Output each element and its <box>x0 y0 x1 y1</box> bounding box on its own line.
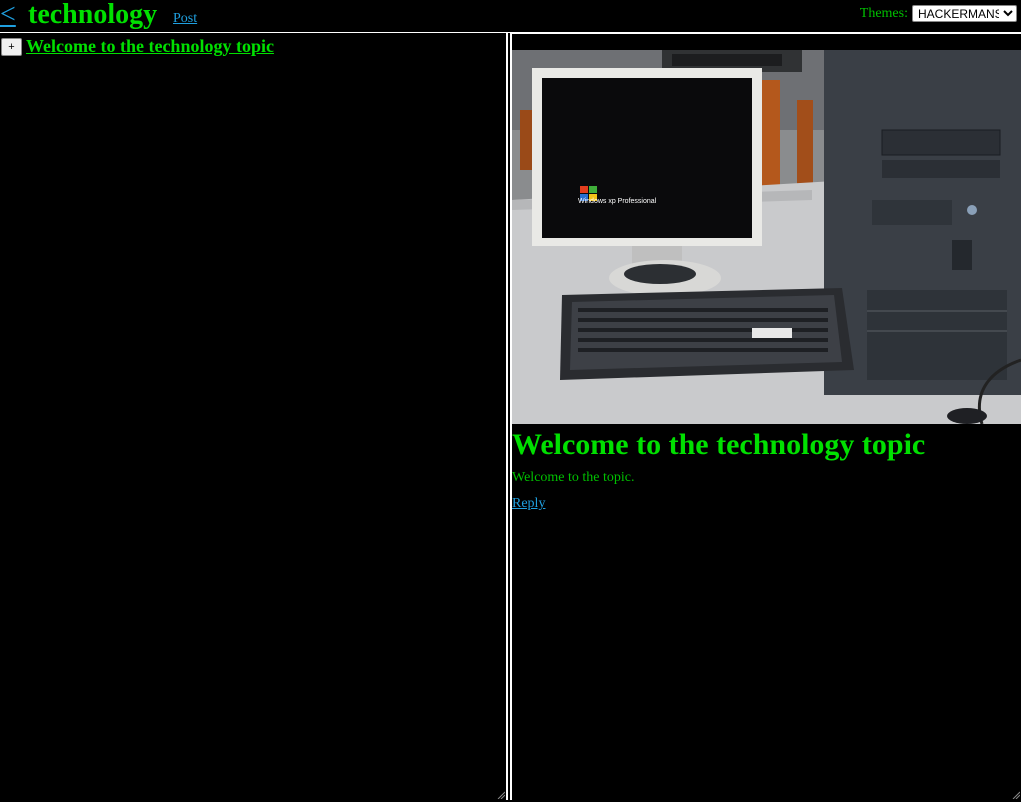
thread-link[interactable]: Welcome to the technology topic <box>26 35 274 57</box>
back-link[interactable]: < <box>0 0 16 32</box>
reply-link[interactable]: Reply <box>512 496 545 512</box>
themes-label: Themes: <box>859 5 908 21</box>
post-body: Welcome to the topic. <box>512 470 635 485</box>
desktop-computer-photo: Windows xp Professional <box>512 50 1021 424</box>
post-link[interactable]: Post <box>173 11 197 27</box>
post-image: Windows xp Professional <box>512 50 1021 424</box>
top-bar: < technology Post Themes: HACKERMANS <box>0 0 1021 33</box>
post-title: Welcome to the technology topic <box>512 428 926 461</box>
resize-grip-icon[interactable] <box>1012 791 1020 799</box>
thread-row: + Welcome to the technology topic <box>1 35 274 57</box>
resize-grip-icon[interactable] <box>497 791 505 799</box>
theme-switcher: Themes: HACKERMANS <box>860 5 1017 22</box>
post-detail-pane[interactable]: Windows xp Professional Welcome to the t… <box>510 33 1021 800</box>
expand-thread-button[interactable]: + <box>1 38 22 56</box>
thread-list-pane[interactable]: + Welcome to the technology topic <box>0 33 508 800</box>
screen-text: Windows xp Professional <box>578 198 657 205</box>
page-title: technology <box>28 0 158 30</box>
theme-select[interactable]: HACKERMANS <box>912 5 1017 22</box>
